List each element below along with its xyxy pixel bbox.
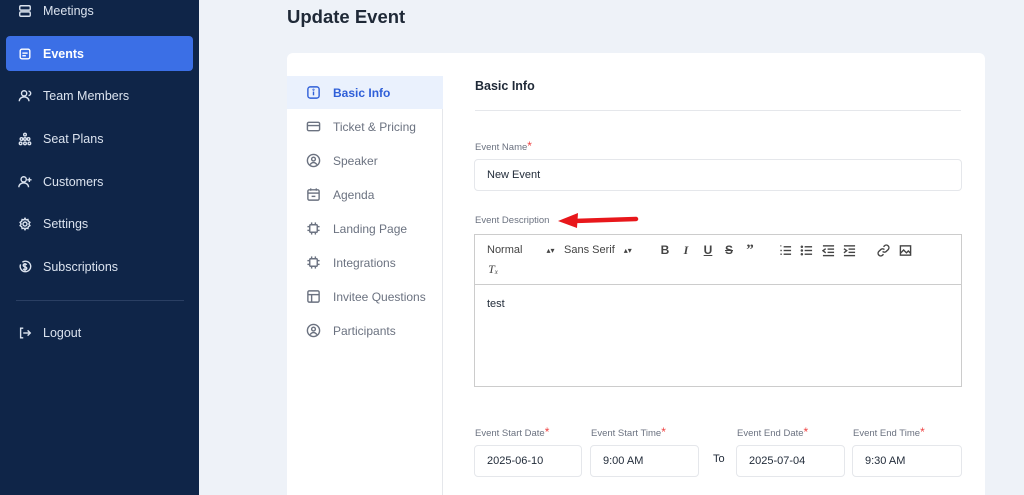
tab-label: Speaker	[333, 153, 378, 168]
users-icon	[18, 89, 32, 103]
required-mark: *	[527, 139, 532, 153]
indent-icon[interactable]	[842, 243, 856, 257]
dollar-icon	[18, 260, 32, 274]
event-tabs: Basic Info Ticket & Pricing Speaker Agen…	[287, 76, 443, 495]
sidebar-item-label: Settings	[43, 216, 89, 231]
required-mark: *	[661, 425, 666, 439]
user-circle-icon	[306, 153, 321, 168]
event-form-card: Basic Info Ticket & Pricing Speaker Agen…	[287, 53, 985, 495]
sidebar-item-seat-plans[interactable]: Seat Plans	[6, 121, 193, 156]
seats-icon	[18, 132, 32, 146]
bold-icon[interactable]: B	[658, 243, 672, 257]
user-circle-icon	[306, 323, 321, 338]
chip-icon	[306, 255, 321, 270]
start-date-input[interactable]	[474, 445, 582, 477]
font-select-value: Sans Serif	[564, 244, 615, 256]
sidebar-item-team-members[interactable]: Team Members	[6, 78, 193, 113]
calendar-icon	[18, 47, 32, 61]
tab-label: Integrations	[333, 255, 396, 270]
start-time-label: Event Start Time*	[591, 425, 666, 439]
required-mark: *	[803, 425, 809, 439]
start-time-label-text: Event Start Time	[591, 428, 662, 439]
tab-integrations[interactable]: Integrations	[287, 246, 443, 279]
tab-label: Invitee Questions	[333, 289, 426, 304]
page-title: Update Event	[287, 6, 406, 27]
format-select-value: Normal	[487, 244, 523, 256]
tab-invitee-questions[interactable]: Invitee Questions	[287, 280, 443, 313]
start-date-label: Event Start Date*	[475, 425, 549, 439]
server-icon	[18, 4, 32, 18]
font-select[interactable]: Sans Serif ▴▾	[564, 244, 632, 256]
event-description-label: Event Description	[475, 215, 550, 226]
sidebar-item-settings[interactable]: Settings	[6, 206, 193, 241]
event-name-label-text: Event Name	[475, 142, 528, 153]
sidebar-item-meetings[interactable]: Meetings	[6, 0, 193, 28]
sidebar-item-subscriptions[interactable]: Subscriptions	[6, 249, 193, 284]
sidebar-item-label: Team Members	[43, 88, 130, 103]
end-time-label-text: Event End Time	[853, 428, 921, 439]
chip-icon	[306, 221, 321, 236]
sidebar-item-label: Meetings	[43, 3, 94, 18]
select-arrows-icon: ▴▾	[623, 245, 632, 255]
end-date-input[interactable]	[736, 445, 845, 477]
image-icon[interactable]	[898, 243, 912, 257]
end-time-label: Event End Time*	[853, 425, 925, 439]
tab-label: Participants	[333, 323, 396, 338]
clear-format-icon[interactable]: Tx	[486, 262, 500, 277]
logout-button[interactable]: Logout	[6, 315, 193, 350]
description-content[interactable]: test	[487, 298, 505, 310]
sidebar-item-label: Customers	[43, 174, 104, 189]
gear-icon	[18, 216, 32, 231]
card-icon	[306, 119, 321, 134]
section-divider	[475, 110, 961, 111]
outdent-icon[interactable]	[821, 243, 835, 257]
link-icon[interactable]	[876, 243, 890, 257]
event-name-input[interactable]	[474, 159, 962, 191]
user-plus-icon	[18, 175, 32, 189]
sidebar-item-label: Seat Plans	[43, 131, 104, 146]
start-time-input[interactable]	[590, 445, 699, 477]
strike-icon[interactable]: S	[722, 243, 736, 257]
section-title: Basic Info	[475, 79, 535, 93]
tab-participants[interactable]: Participants	[287, 314, 443, 347]
editor-toolbar: Normal ▴▾ Sans Serif ▴▾ B I U S ” Tx	[475, 235, 961, 285]
description-editor: Normal ▴▾ Sans Serif ▴▾ B I U S ” Tx test	[474, 234, 962, 387]
tab-landing-page[interactable]: Landing Page	[287, 212, 443, 245]
select-arrows-icon: ▴▾	[546, 245, 555, 255]
annotation-arrow-icon	[558, 213, 639, 228]
required-mark: *	[544, 425, 550, 439]
tab-label: Agenda	[333, 187, 375, 202]
logout-label: Logout	[43, 325, 82, 340]
tab-label: Basic Info	[333, 85, 391, 100]
tab-agenda[interactable]: Agenda	[287, 178, 443, 211]
info-icon	[306, 85, 321, 100]
start-date-label-text: Event Start Date	[475, 428, 545, 439]
quote-icon[interactable]: ”	[743, 242, 757, 258]
required-mark: *	[920, 425, 925, 439]
sidebar-item-events[interactable]: Events	[6, 36, 193, 71]
layout-icon	[306, 289, 321, 304]
ordered-list-icon[interactable]	[778, 243, 792, 257]
logout-icon	[18, 326, 32, 340]
calendar-icon	[306, 187, 321, 202]
tab-ticket-pricing[interactable]: Ticket & Pricing	[287, 110, 443, 143]
event-name-label: Event Name*	[475, 139, 532, 153]
tab-label: Landing Page	[333, 221, 408, 236]
to-label: To	[713, 453, 725, 465]
tab-label: Ticket & Pricing	[333, 119, 416, 134]
end-date-label-text: Event End Date	[737, 428, 804, 439]
bullet-list-icon[interactable]	[799, 243, 813, 257]
tab-basic-info[interactable]: Basic Info	[287, 76, 443, 109]
format-select[interactable]: Normal ▴▾	[487, 244, 554, 256]
sidebar-divider	[16, 300, 184, 301]
end-date-label: Event End Date*	[737, 425, 808, 439]
underline-icon[interactable]: U	[701, 243, 715, 257]
sidebar-item-label: Events	[43, 46, 84, 61]
sidebar-item-customers[interactable]: Customers	[6, 164, 193, 199]
tab-speaker[interactable]: Speaker	[287, 144, 443, 177]
sidebar: Meetings Events Team Members Seat Plans …	[0, 0, 199, 495]
sidebar-item-label: Subscriptions	[43, 259, 119, 274]
end-time-input[interactable]	[852, 445, 962, 477]
italic-icon[interactable]: I	[679, 243, 693, 257]
